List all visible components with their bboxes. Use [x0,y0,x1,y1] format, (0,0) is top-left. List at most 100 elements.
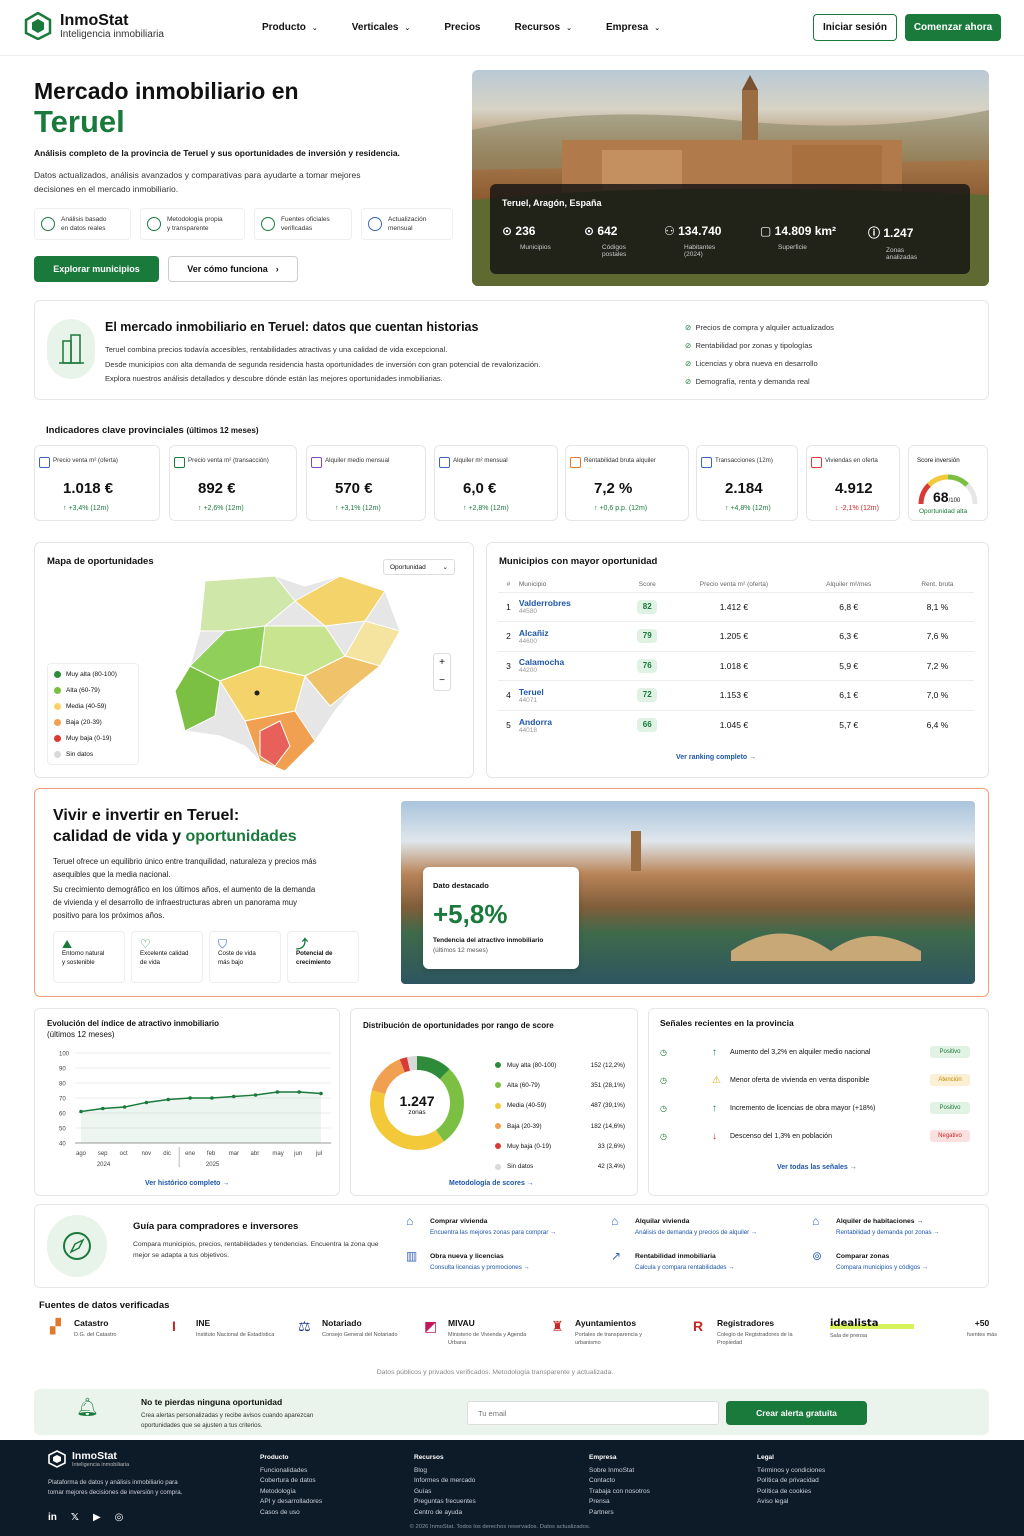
kpi-card[interactable]: Rentabilidad bruta alquiler 7,2 % ↑ +0,6 p… [565,445,689,521]
footer-link[interactable]: Aviso legal [757,1497,825,1508]
youtube-icon[interactable]: ▶ [93,1512,101,1523]
table-row[interactable]: 5 Andorra 44018 66 1.045 €5,7 €6,4 % [498,709,974,740]
source-text: +50 fuentes más [940,1318,1024,1360]
footer-link[interactable]: Sobre InmoStat [589,1466,650,1477]
footer-logo[interactable]: InmoStat Inteligencia inmobiliaria [48,1450,129,1468]
footer-link[interactable]: Cobertura de datos [260,1476,322,1487]
legend-swatch [54,686,61,694]
key-icon: ⌂ [611,1214,619,1228]
zoom-out-button[interactable]: − [434,672,450,690]
intro-p1: Teruel combina precios todavía accesible… [105,345,448,354]
kpi-card[interactable]: Transacciones (12m) 2.184 ↑ +4,8% (12m) [696,445,798,521]
zoom-in-button[interactable]: + [434,654,450,672]
footer-link[interactable]: Contacto [589,1476,650,1487]
guide-link[interactable]: ↗ Rentabilidad inmobiliaria Calcula y comp… [611,1250,734,1273]
legend-swatch [54,670,61,678]
footer-link[interactable]: Términos y condiciones [757,1466,825,1477]
email-input[interactable] [467,1401,719,1425]
province-map[interactable] [165,571,445,776]
footer-link[interactable]: Metodología [260,1487,322,1498]
tile-cost: ⛉ Coste de vida más bajo [209,931,281,983]
legend-item: Alta (60-79) 351 (28,1%) [495,1075,625,1095]
signal-item[interactable]: ◷ ↑ Incremento de licencias de obra mayor … [660,1098,970,1118]
municipio-link[interactable]: Teruel [519,687,623,697]
signal-item[interactable]: ◷ ↑ Aumento del 3,2% en alquiler medio nac… [660,1042,970,1062]
kpi-card[interactable]: Alquiler medio mensual 570 € ↑ +3,1% (12m) [306,445,426,521]
logo-icon [48,1450,66,1468]
nav-empresa[interactable]: Empresa ⌄ [606,22,660,33]
kpi-card[interactable]: Precio venta m² (transacción) 892 € ↑ +2,6… [169,445,297,521]
footer-link[interactable]: Funcionalidades [260,1466,322,1477]
footer-link[interactable]: Centro de ayuda [414,1508,476,1519]
kpi-card[interactable]: Precio venta m² (oferta) 1.018 € ↑ +3,4% (… [34,445,160,521]
stat-value: 236 [515,224,536,238]
footer-link[interactable]: Política de privacidad [757,1476,825,1487]
footer-link[interactable]: Prensa [589,1497,650,1508]
municipio-link[interactable]: Valderrobres [519,598,623,608]
footer-link[interactable]: Política de cookies [757,1487,825,1498]
province-stats-panel: Teruel, Aragón, España ⊙ 236 Municipios ⊙… [490,184,970,274]
tile-sub: más bajo [218,959,244,966]
zip-code: 44018 [518,726,537,734]
guide-link[interactable]: ⌂ Comprar vivienda Encuentra las mejores z… [406,1215,556,1238]
guide-link[interactable]: ▥ Obra nueva y licencias Consulta licencia… [406,1250,530,1273]
y-tick-label: 80 [59,1082,66,1088]
source-name: Catastro [74,1318,109,1328]
guide-link[interactable]: ⌂ Alquilar vivienda Análisis de demanda y … [611,1214,757,1238]
rank-cell: 5 [498,709,519,740]
source-text: idealista Sala de prensa [830,1318,914,1360]
footer-link[interactable]: Casos de uso [260,1508,322,1519]
create-alert-button[interactable]: Crear alerta gratuita [726,1401,867,1425]
ranking-link[interactable]: Ver ranking completo → [676,754,756,761]
municipio-link[interactable]: Andorra [519,717,623,727]
nav-verticales[interactable]: Verticales ⌄ [352,22,411,33]
table-row[interactable]: 4 Teruel 44071 72 1.153 €6,1 €7,0 % [498,680,974,710]
history-link[interactable]: Ver histórico completo → [145,1180,229,1187]
footer-column-title: Empresa [589,1454,617,1461]
data-point [122,1105,127,1109]
get-started-button[interactable]: Comenzar ahora [905,14,1001,41]
nav-label: Precios [444,22,481,33]
table-row[interactable]: 1 Valderrobres 44580 82 1.412 €6,8 €8,1 % [498,591,974,622]
legend-swatch [495,1163,501,1170]
guide-link[interactable]: ⌂ Alquiler de habitaciones → Rentabilidad … [812,1215,940,1238]
x-tick-label: feb [207,1151,216,1157]
methodology-link[interactable]: Metodología de scores → [449,1180,534,1187]
explore-municipalities-button[interactable]: Explorar municipios [34,256,159,282]
footer-column: Producto Funcionalidades Cobertura de dato… [260,1453,322,1518]
footer-link[interactable]: Trabaja con nosotros [589,1487,650,1498]
brand-logo[interactable]: InmoStat Inteligencia inmobiliaria [24,12,164,40]
login-button[interactable]: Iniciar sesión [813,14,897,41]
kpi-card[interactable]: Viviendas en oferta 4.912 ↓ -2,1% (12m) [806,445,900,521]
how-it-works-button[interactable]: Ver cómo funciona › [168,256,298,282]
footer-link[interactable]: API y desarrolladores [260,1497,322,1508]
guide-link[interactable]: ⊚ Comparar zonas Compara municipios y códi… [812,1250,928,1273]
x-tick-label: oct [120,1151,128,1157]
nav-precios[interactable]: Precios [444,22,480,33]
municipio-link[interactable]: Alcañiz [519,628,623,638]
signal-item[interactable]: ◷ ↓ Descenso del 1,3% en población Negativo [660,1126,970,1146]
footer-link[interactable]: Informes de mercado [414,1476,476,1487]
table-row[interactable]: 2 Alcañiz 44600 79 1.205 €6,3 €7,6 % [498,621,974,651]
chevron-down-icon: ⌄ [566,25,572,32]
signal-trend-icon: ↑ [712,1046,717,1058]
signals-link[interactable]: Ver todas las señales → [777,1164,857,1171]
linkedin-icon[interactable]: in [48,1512,57,1523]
legend-swatch [54,734,61,742]
stat-municipios: ⊙ 236 Municipios [502,224,584,261]
footer-link[interactable]: Guías [414,1487,476,1498]
nav-recursos[interactable]: Recursos ⌄ [515,22,572,33]
kpi-score-card[interactable]: Score inversión 68/100 Oportunidad alta [908,445,988,521]
municipio-link[interactable]: Calamocha [519,657,623,667]
x-icon[interactable]: 𝕏 [71,1512,79,1523]
footer-link[interactable]: Blog [414,1466,476,1477]
nav-producto[interactable]: Producto ⌄ [262,22,318,33]
footer-link[interactable]: Preguntas frecuentes [414,1497,476,1508]
instagram-icon[interactable]: ◎ [115,1512,124,1523]
kpi-card[interactable]: Alquiler m² mensual 6,0 € ↑ +2,8% (12m) [434,445,558,521]
signal-item[interactable]: ◷ ⚠ Menor oferta de vivienda en venta disp… [660,1070,970,1090]
y-tick-label: 90 [59,1067,66,1073]
data-point [319,1091,323,1096]
table-row[interactable]: 3 Calamocha 44200 76 1.018 €5,9 €7,2 % [498,650,974,681]
footer-link[interactable]: Partners [589,1508,650,1519]
